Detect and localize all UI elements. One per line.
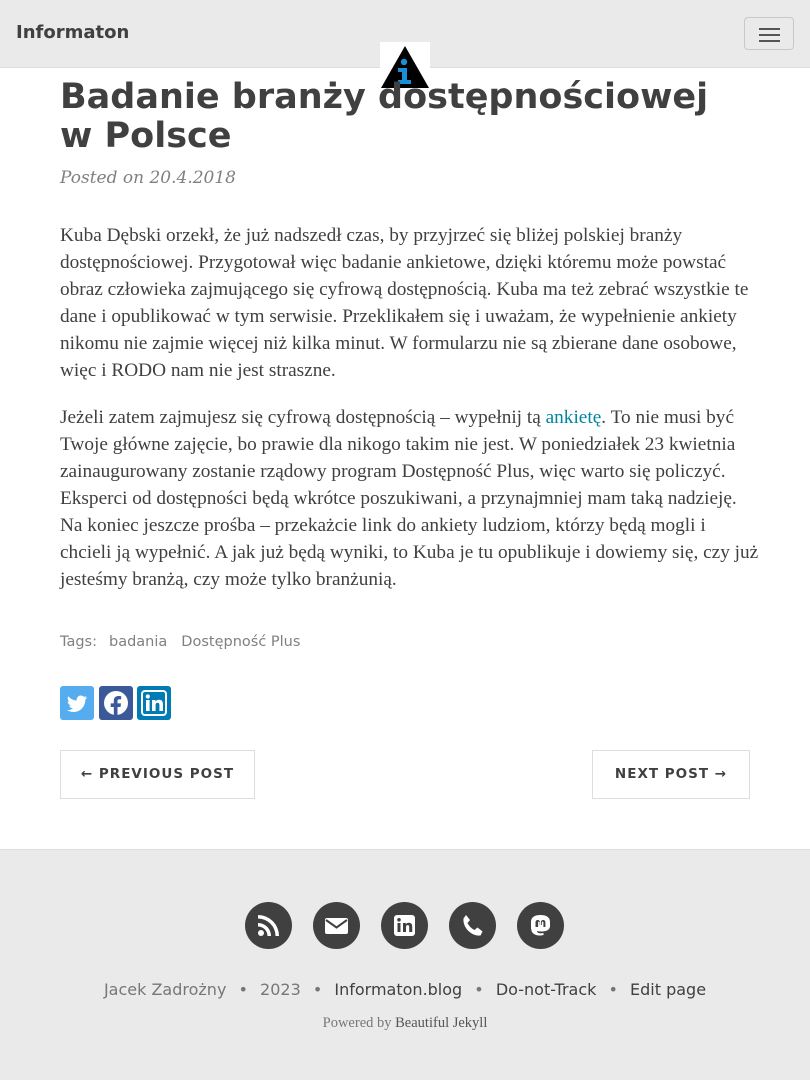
footer-email-button[interactable] (313, 902, 360, 949)
powered-by-link[interactable]: Beautiful Jekyll (395, 1015, 487, 1031)
powered-by: Powered by Beautiful Jekyll (322, 1015, 488, 1031)
previous-post-button[interactable]: ← PREVIOUS POST (60, 750, 255, 799)
paragraph: Kuba Dębski orzekł, że już nadszedł czas… (60, 225, 749, 381)
share-twitter-button[interactable] (60, 686, 94, 720)
survey-link[interactable]: ankietę (546, 407, 602, 428)
menu-toggle-button[interactable] (744, 17, 794, 50)
footer-credits: Jacek Zadrożny • 2023 • Informaton.blog … (103, 980, 707, 999)
mastodon-icon (531, 915, 550, 936)
share-facebook-button[interactable] (99, 686, 133, 720)
linkedin-icon (394, 915, 415, 936)
twitter-icon (60, 686, 94, 720)
post-date: Posted on 20.4.2018 (60, 168, 236, 188)
next-post-button[interactable]: NEXT POST → (592, 750, 750, 799)
tag-link[interactable]: badania (109, 634, 167, 650)
share-linkedin-button[interactable] (137, 686, 171, 720)
email-icon (325, 918, 348, 934)
post-tags: Tags: badania Dostępność Plus (60, 634, 300, 650)
facebook-icon (99, 686, 133, 720)
footer-year: 2023 (260, 980, 301, 999)
rss-icon (258, 915, 279, 936)
linkedin-icon (137, 686, 171, 720)
footer-author: Jacek Zadrożny (103, 980, 227, 999)
footer-mastodon-button[interactable] (517, 902, 564, 949)
footer-phone-button[interactable] (449, 902, 496, 949)
footer-rss-button[interactable] (245, 902, 292, 949)
footer-link-do-not-track[interactable]: Do-not-Track (496, 980, 597, 999)
tag-link[interactable]: Dostępność Plus (181, 634, 300, 650)
footer-linkedin-button[interactable] (381, 902, 428, 949)
tags-label: Tags: (60, 634, 97, 650)
post-title: Badanie branży dostępnościowej w Polsce (60, 77, 709, 156)
post-body: Kuba Dębski orzekł, że już nadszedł czas… (60, 222, 760, 613)
footer-link-edit-page[interactable]: Edit page (630, 980, 706, 999)
phone-icon (463, 915, 483, 936)
paragraph: Jeżeli zatem zajmujesz się cyfrową dostę… (60, 407, 759, 590)
site-brand[interactable]: Informaton (16, 22, 129, 43)
footer-link-blog[interactable]: Informaton.blog (334, 980, 462, 999)
footer: Jacek Zadrożny • 2023 • Informaton.blog … (0, 849, 810, 1080)
